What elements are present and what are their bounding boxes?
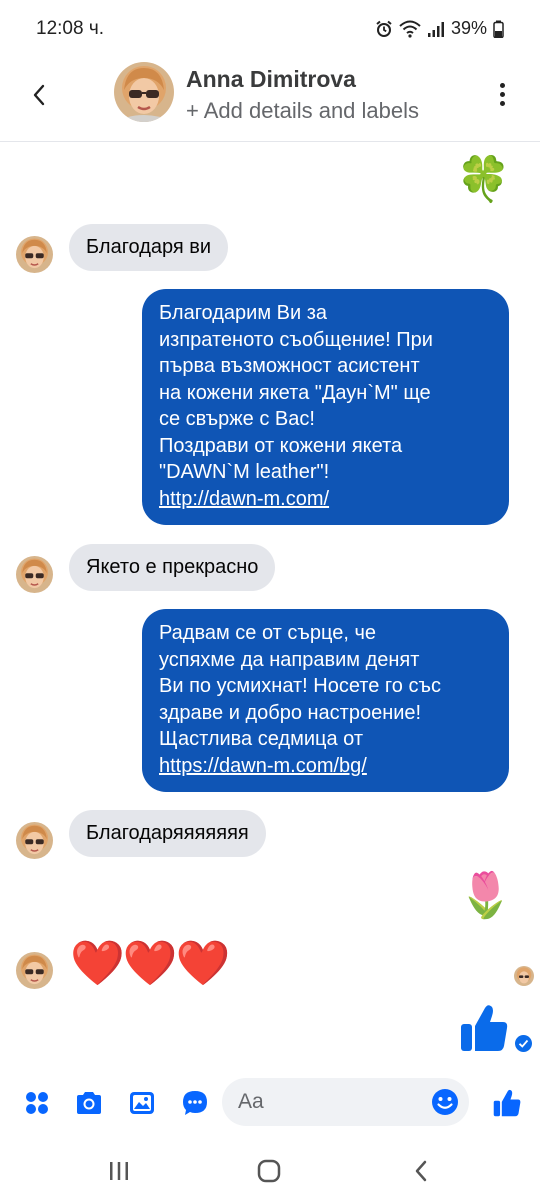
message-line: здраве и добро настроение! — [159, 701, 422, 724]
recent-apps-icon — [110, 1162, 128, 1180]
message-line: на кожени якета "Даун`М" ще — [159, 381, 431, 404]
chat-bubble-button[interactable] — [178, 1086, 212, 1120]
message-line: Ви по усмихнат! Носете го със — [159, 675, 441, 697]
emoji-button[interactable] — [430, 1087, 460, 1117]
message-line: Поздрави от кожени якета — [159, 434, 403, 457]
incoming-message[interactable]: Благодаря ви — [69, 224, 229, 271]
home-button[interactable] — [254, 1156, 284, 1186]
apps-grid-icon — [26, 1092, 48, 1114]
contact-avatar-small — [16, 822, 53, 859]
message-line: Радвам се от сърце, че — [159, 622, 377, 644]
recent-apps-button[interactable] — [104, 1156, 134, 1186]
contact-avatar-small — [16, 236, 53, 273]
status-bar: 12:08 ч. 39% — [0, 0, 540, 58]
outgoing-message[interactable]: Благодарим Ви за изпратеното съобщение! … — [142, 289, 509, 525]
message-list[interactable]: 🍀 Благодаря ви Благодарим Ви за изпратен… — [0, 142, 540, 1062]
clover-emoji-message[interactable]: 🍀 — [456, 158, 511, 202]
signal-icon — [427, 20, 445, 38]
back-button[interactable] — [22, 78, 56, 112]
composer-bar — [0, 1070, 540, 1138]
status-time: 12:08 ч. — [36, 18, 105, 39]
apps-grid-button[interactable] — [20, 1086, 54, 1120]
thumbs-up-icon[interactable] — [458, 1002, 510, 1054]
battery-text: 39% — [450, 18, 487, 38]
message-link[interactable]: https://dawn-m.com/bg/ — [159, 753, 492, 780]
message-line: изпратеното съобщение! При — [159, 328, 433, 351]
contact-avatar-small — [16, 952, 53, 989]
chat-bubble-icon — [183, 1091, 207, 1115]
message-line: Благодарим Ви за — [159, 302, 327, 324]
gallery-button[interactable] — [125, 1086, 159, 1120]
back-icon — [415, 1160, 427, 1182]
more-options-button[interactable] — [488, 80, 516, 108]
system-back-button[interactable] — [406, 1156, 436, 1186]
incoming-message[interactable]: Якето е прекрасно — [69, 544, 276, 591]
camera-icon — [77, 1092, 101, 1114]
sent-check-icon — [515, 1035, 532, 1052]
outgoing-message[interactable]: Радвам се от сърце, че успяхме да направ… — [142, 609, 509, 792]
system-navigation-bar — [0, 1140, 540, 1200]
tulip-emoji-message[interactable]: 🌷 — [458, 874, 513, 918]
message-link[interactable]: http://dawn-m.com/ — [159, 486, 492, 513]
message-line: първа възможност асистент — [159, 355, 420, 377]
battery-icon — [493, 20, 504, 38]
message-line: Щастлива седмица от — [159, 728, 363, 750]
chat-header: Anna Dimitrova + Add details and labels — [0, 58, 540, 142]
gallery-icon — [130, 1092, 154, 1114]
camera-button[interactable] — [72, 1086, 106, 1120]
incoming-message[interactable]: Благодаряяяяяяя — [69, 810, 266, 857]
hearts-emoji-message[interactable]: ❤️❤️❤️ — [70, 942, 230, 986]
message-line: се свърже с Вас! — [159, 408, 315, 430]
like-button-icon — [493, 1089, 521, 1117]
home-icon — [257, 1159, 281, 1183]
contact-avatar-small — [16, 556, 53, 593]
emoji-smile-icon — [432, 1089, 458, 1115]
more-dot — [499, 91, 505, 97]
more-vertical-icon — [499, 82, 505, 88]
seen-indicator-avatar — [514, 966, 534, 986]
chevron-left-icon — [33, 84, 45, 106]
message-line: "DAWN`M leather"! — [159, 461, 330, 483]
alarm-icon — [375, 20, 393, 38]
contact-avatar[interactable] — [114, 62, 174, 122]
like-button[interactable] — [490, 1086, 524, 1120]
status-icons: 39% — [375, 18, 504, 39]
wifi-icon — [399, 20, 421, 38]
contact-name[interactable]: Anna Dimitrova — [186, 66, 356, 93]
add-details-link[interactable]: + Add details and labels — [186, 98, 419, 124]
more-dot — [499, 100, 505, 106]
message-line: успяхме да направим денят — [159, 648, 420, 671]
